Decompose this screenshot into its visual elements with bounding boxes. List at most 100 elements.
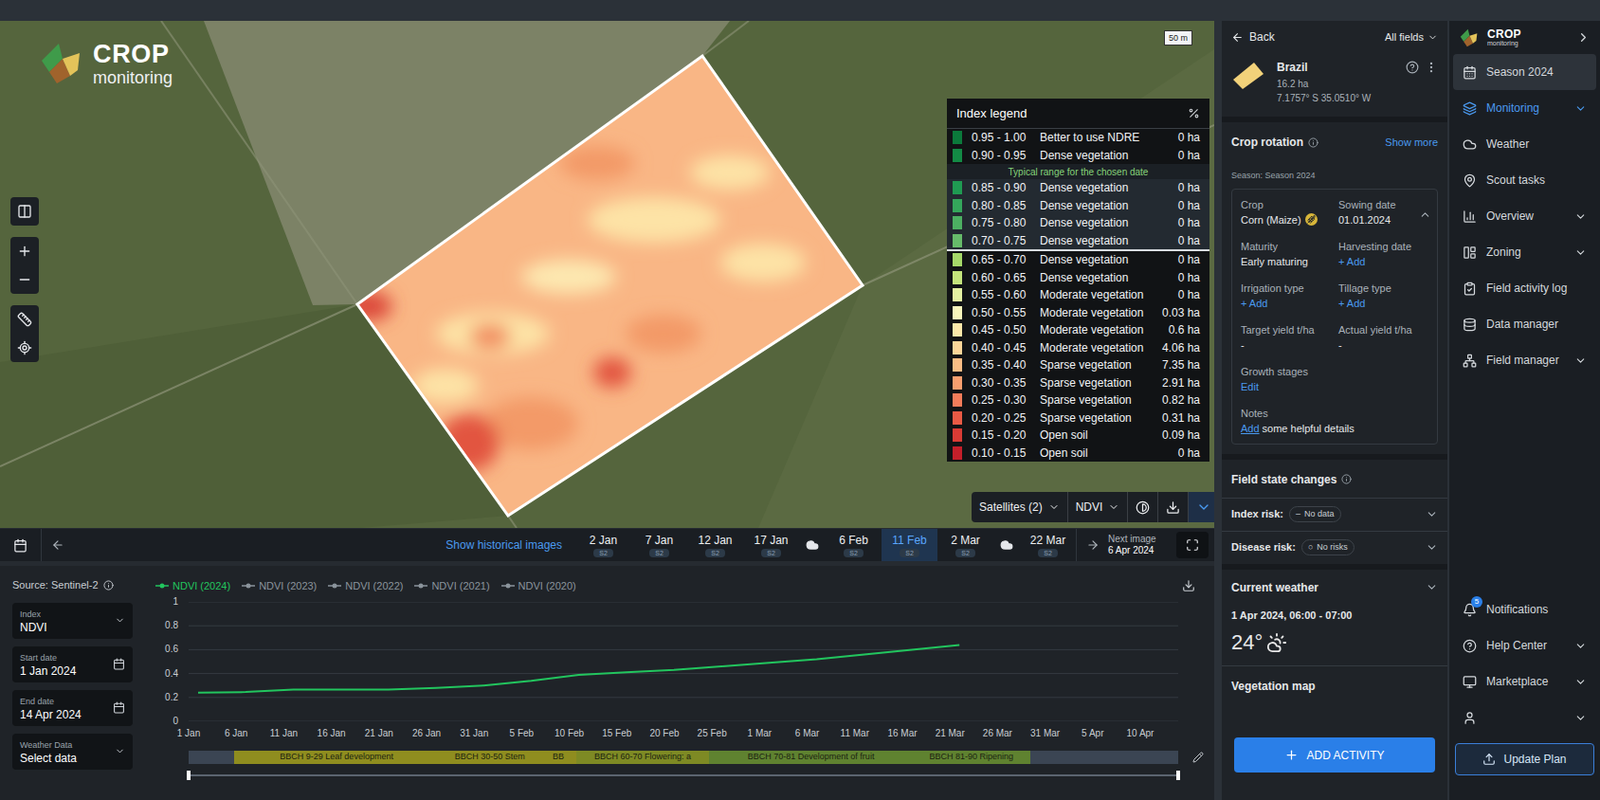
calendar-button[interactable] <box>0 528 42 562</box>
slider-handle[interactable] <box>1176 770 1181 781</box>
property-value: - <box>1240 337 1331 353</box>
crop-value[interactable]: Corn (Maize) <box>1240 212 1331 228</box>
info-icon[interactable] <box>1341 473 1352 485</box>
chart-field[interactable]: Weather DataSelect data <box>12 733 133 770</box>
satellites-select[interactable]: Satellites (2) <box>971 491 1069 523</box>
notes-add-link[interactable]: Add <box>1240 420 1260 437</box>
nav-item[interactable]: Field activity log <box>1453 270 1597 307</box>
nav-item-main: Field manager <box>1462 351 1560 369</box>
update-plan-button[interactable]: Update Plan <box>1454 743 1595 776</box>
show-more-link[interactable]: Show more <box>1384 134 1438 151</box>
property-link[interactable]: Edit <box>1240 379 1331 395</box>
nav-item[interactable]: Monitoring <box>1453 90 1597 127</box>
download-icon[interactable] <box>1181 579 1196 593</box>
collapse-icon[interactable] <box>1576 30 1591 45</box>
nav-item[interactable]: Overview <box>1453 198 1597 235</box>
chart-field[interactable]: End date14 Apr 2024 <box>12 690 133 727</box>
nav-item[interactable]: Season 2024 <box>1453 54 1597 91</box>
previous-button[interactable] <box>41 528 74 562</box>
date-item[interactable]: 22 MarS2 <box>1019 528 1076 562</box>
nav-item[interactable]: Data manager <box>1453 306 1597 343</box>
legend-range: 0.30 - 0.35 <box>971 374 1040 392</box>
field-value: 14 Apr 2024 <box>19 708 82 722</box>
historical-images-link[interactable]: Show historical images <box>445 536 563 554</box>
cloudy-date[interactable] <box>993 528 1020 562</box>
growth-stage[interactable]: BBCH 81-90 Ripening <box>912 750 1030 764</box>
update-plan-label: Update Plan <box>1503 750 1566 768</box>
field-label: End date <box>19 694 82 709</box>
growth-stage[interactable]: BBCH 60-70 Flowering: a <box>576 750 710 764</box>
nav-bottom-item[interactable]: Marketplace <box>1453 663 1597 700</box>
legend-range: 0.60 - 0.65 <box>971 269 1040 287</box>
zoom-out-button[interactable] <box>10 265 39 294</box>
next-image[interactable]: Next image6 Apr 2024 <box>1108 533 1171 557</box>
nav-item[interactable]: Weather <box>1453 126 1597 163</box>
weather-header[interactable]: Current weather <box>1231 579 1438 597</box>
next-button[interactable] <box>1075 528 1109 562</box>
nav-bottom-item[interactable]: Help Center <box>1453 627 1597 664</box>
collapse-button[interactable] <box>1188 491 1215 523</box>
date-item[interactable]: 2 JanS2 <box>575 528 632 562</box>
zoom-in-button[interactable] <box>10 236 39 266</box>
risk-info: Disease risk:○No risks <box>1231 539 1355 557</box>
legend-series[interactable]: NDVI (2020) <box>501 578 577 595</box>
download-button[interactable] <box>1158 491 1189 523</box>
all-fields-select[interactable]: All fields <box>1384 29 1438 46</box>
compare-button[interactable] <box>10 197 39 226</box>
growth-stage[interactable]: BB <box>540 750 576 764</box>
risk-row[interactable]: Disease risk:○No risks <box>1221 530 1448 564</box>
nav-bottom-item[interactable] <box>1453 699 1597 736</box>
date-item[interactable]: 2 MarS2 <box>937 528 994 562</box>
chevron-down-icon <box>1196 499 1212 515</box>
contrast-button[interactable] <box>1127 491 1159 523</box>
crop-rotation-title: Crop rotation <box>1231 133 1304 151</box>
weather-temp: 24° <box>1231 626 1263 658</box>
property-link[interactable]: + Add <box>1338 254 1429 270</box>
index-select[interactable]: NDVI <box>1068 491 1129 523</box>
info-icon[interactable] <box>1308 137 1319 148</box>
x-tick: 11 Jan <box>259 727 308 740</box>
range-slider[interactable] <box>188 774 1179 777</box>
add-activity-button[interactable]: ADD ACTIVITY <box>1234 737 1436 773</box>
help-icon[interactable] <box>1405 60 1419 74</box>
legend-series[interactable]: NDVI (2024) <box>155 578 231 595</box>
typical-range-note: Typical range for the chosen date <box>946 163 1210 180</box>
risk-row[interactable]: Index risk:–No data <box>1221 497 1448 531</box>
ruler-button[interactable] <box>10 305 39 334</box>
property-link[interactable]: + Add <box>1240 295 1331 311</box>
nav-item[interactable]: Scout tasks <box>1453 162 1597 199</box>
growth-stage[interactable]: BBCH 30-50 Stem <box>438 750 541 764</box>
date-item[interactable]: 17 JanS2 <box>743 528 800 562</box>
legend-series[interactable]: NDVI (2022) <box>327 578 403 595</box>
nav-item-icon <box>1462 245 1477 260</box>
locate-button[interactable] <box>10 333 39 363</box>
slider-handle[interactable] <box>186 770 191 781</box>
more-icon[interactable] <box>1424 60 1438 74</box>
date-item[interactable]: 12 JanS2 <box>687 528 744 562</box>
date-item[interactable]: 11 FebS2 <box>881 528 938 562</box>
legend-series[interactable]: NDVI (2023) <box>241 578 317 595</box>
cloudy-date[interactable] <box>799 528 826 562</box>
info-icon[interactable] <box>103 580 114 591</box>
map[interactable]: CROPmonitoring50 mIndex legend0.95 - 1.0… <box>0 20 1215 528</box>
chart-field[interactable]: Start date1 Jan 2024 <box>12 646 133 683</box>
growth-stage[interactable]: BBCH 70-81 Development of fruit <box>709 750 913 764</box>
property-link[interactable]: + Add <box>1338 295 1429 311</box>
edit-stages-icon[interactable] <box>1192 751 1204 764</box>
back-button[interactable]: Back <box>1231 28 1275 46</box>
date-item[interactable]: 6 FebS2 <box>825 528 882 562</box>
nav-item-label: Marketplace <box>1486 672 1548 691</box>
chevron-up-icon[interactable] <box>1418 208 1432 221</box>
nav-item[interactable]: Field manager <box>1453 342 1597 379</box>
nav-item[interactable]: Zoning <box>1453 234 1597 271</box>
fullscreen-button[interactable] <box>1176 531 1209 559</box>
chart-field[interactable]: IndexNDVI <box>12 602 133 639</box>
nav-bottom-item[interactable]: 5Notifications <box>1453 591 1597 628</box>
percent-icon[interactable] <box>1187 107 1200 120</box>
legend-label: Moderate vegetation <box>1039 321 1155 339</box>
legend-series[interactable]: NDVI (2021) <box>414 578 490 595</box>
growth-stage[interactable]: BBCH 9-29 Leaf development <box>234 750 439 764</box>
date-item[interactable]: 7 JanS2 <box>631 528 688 562</box>
field-shape-icon <box>1231 60 1266 91</box>
vegetation-map[interactable]: Vegetation map <box>1221 666 1448 695</box>
